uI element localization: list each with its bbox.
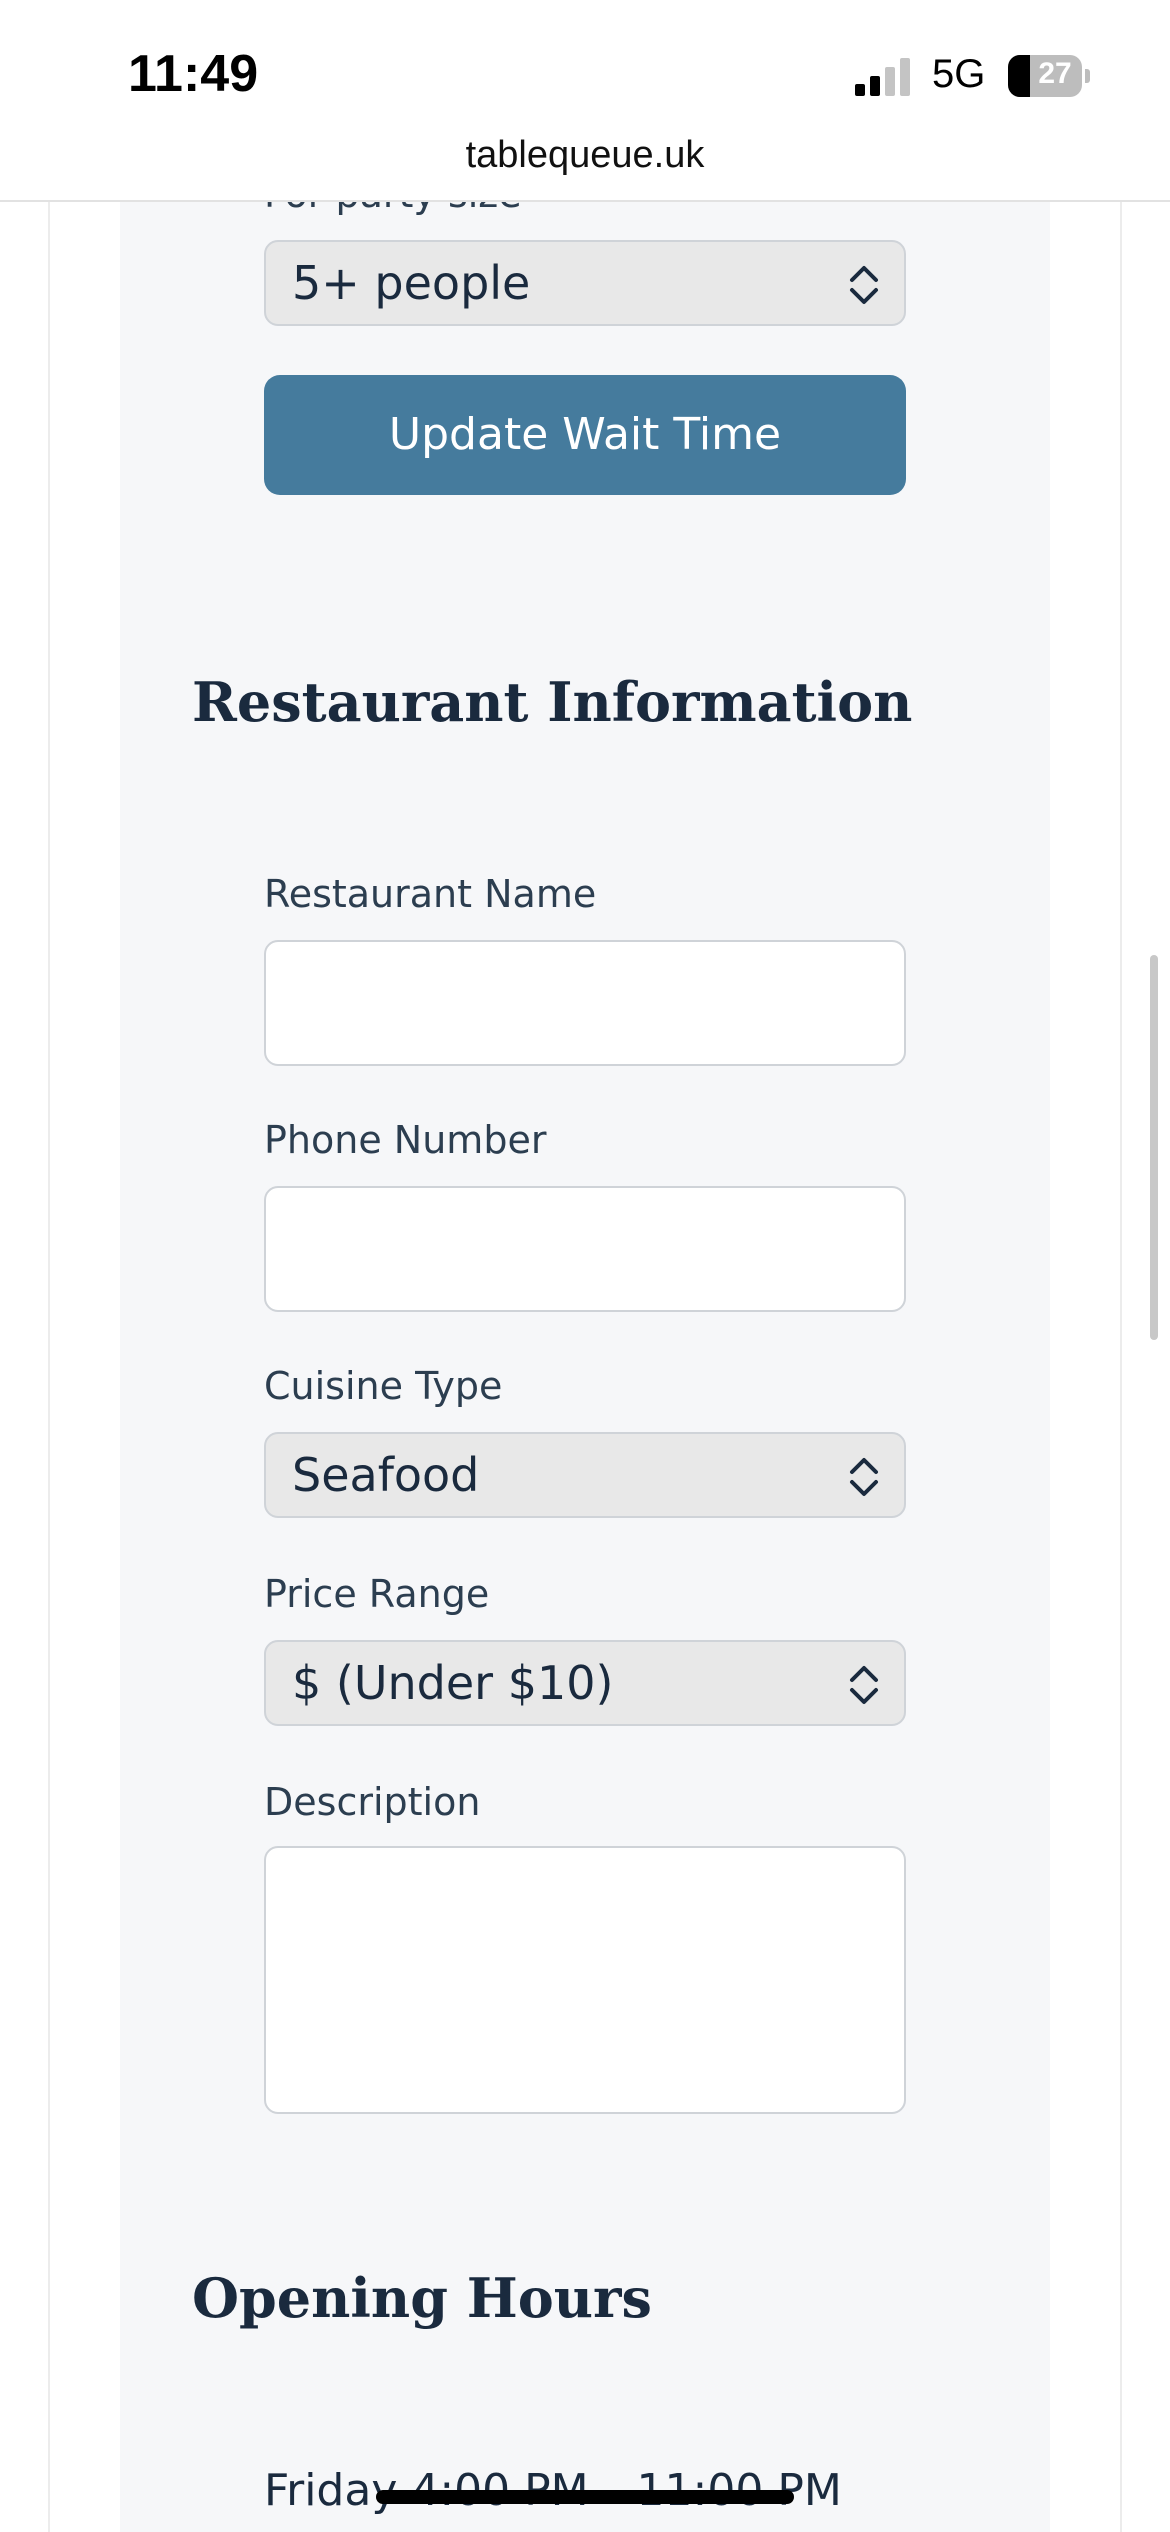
network-type: 5G: [932, 52, 986, 96]
update-wait-time-button[interactable]: Update Wait Time: [264, 375, 906, 495]
hours-day: Friday: [264, 2465, 398, 2516]
price-range-select[interactable]: $ (Under $10): [264, 1640, 906, 1726]
restaurant-name-input[interactable]: [264, 940, 906, 1066]
price-range-label: Price Range: [264, 1572, 490, 1616]
restaurant-information-heading: Restaurant Information: [192, 670, 913, 734]
description-textarea[interactable]: [264, 1846, 906, 2114]
cuisine-type-label: Cuisine Type: [264, 1364, 503, 1408]
signal-icon: [855, 58, 910, 96]
restaurant-name-label: Restaurant Name: [264, 872, 597, 916]
status-time: 11:49: [128, 45, 259, 103]
party-size-select[interactable]: 5+ people: [264, 240, 906, 326]
chevron-updown-icon: [850, 1666, 878, 1704]
status-bar: 11:49 5G 27: [0, 0, 1170, 140]
phone-number-label: Phone Number: [264, 1118, 547, 1162]
url-text[interactable]: tablequeue.uk: [466, 134, 705, 177]
party-size-value: 5+ people: [292, 256, 531, 310]
price-range-value: $ (Under $10): [292, 1656, 614, 1710]
chevron-updown-icon: [850, 1458, 878, 1496]
settings-panel: [120, 202, 1050, 2532]
chevron-updown-icon: [850, 266, 878, 304]
page-scrollbar[interactable]: [1150, 955, 1158, 1340]
opening-hours-heading: Opening Hours: [192, 2266, 652, 2330]
phone-number-input[interactable]: [264, 1186, 906, 1312]
description-label: Description: [264, 1780, 481, 1824]
cuisine-type-select[interactable]: Seafood: [264, 1432, 906, 1518]
battery-level: 27: [1038, 57, 1072, 90]
home-indicator[interactable]: [376, 2490, 794, 2504]
browser-url-bar[interactable]: tablequeue.uk: [0, 130, 1170, 202]
battery-icon: 27: [1008, 55, 1090, 97]
cuisine-type-value: Seafood: [292, 1448, 480, 1502]
